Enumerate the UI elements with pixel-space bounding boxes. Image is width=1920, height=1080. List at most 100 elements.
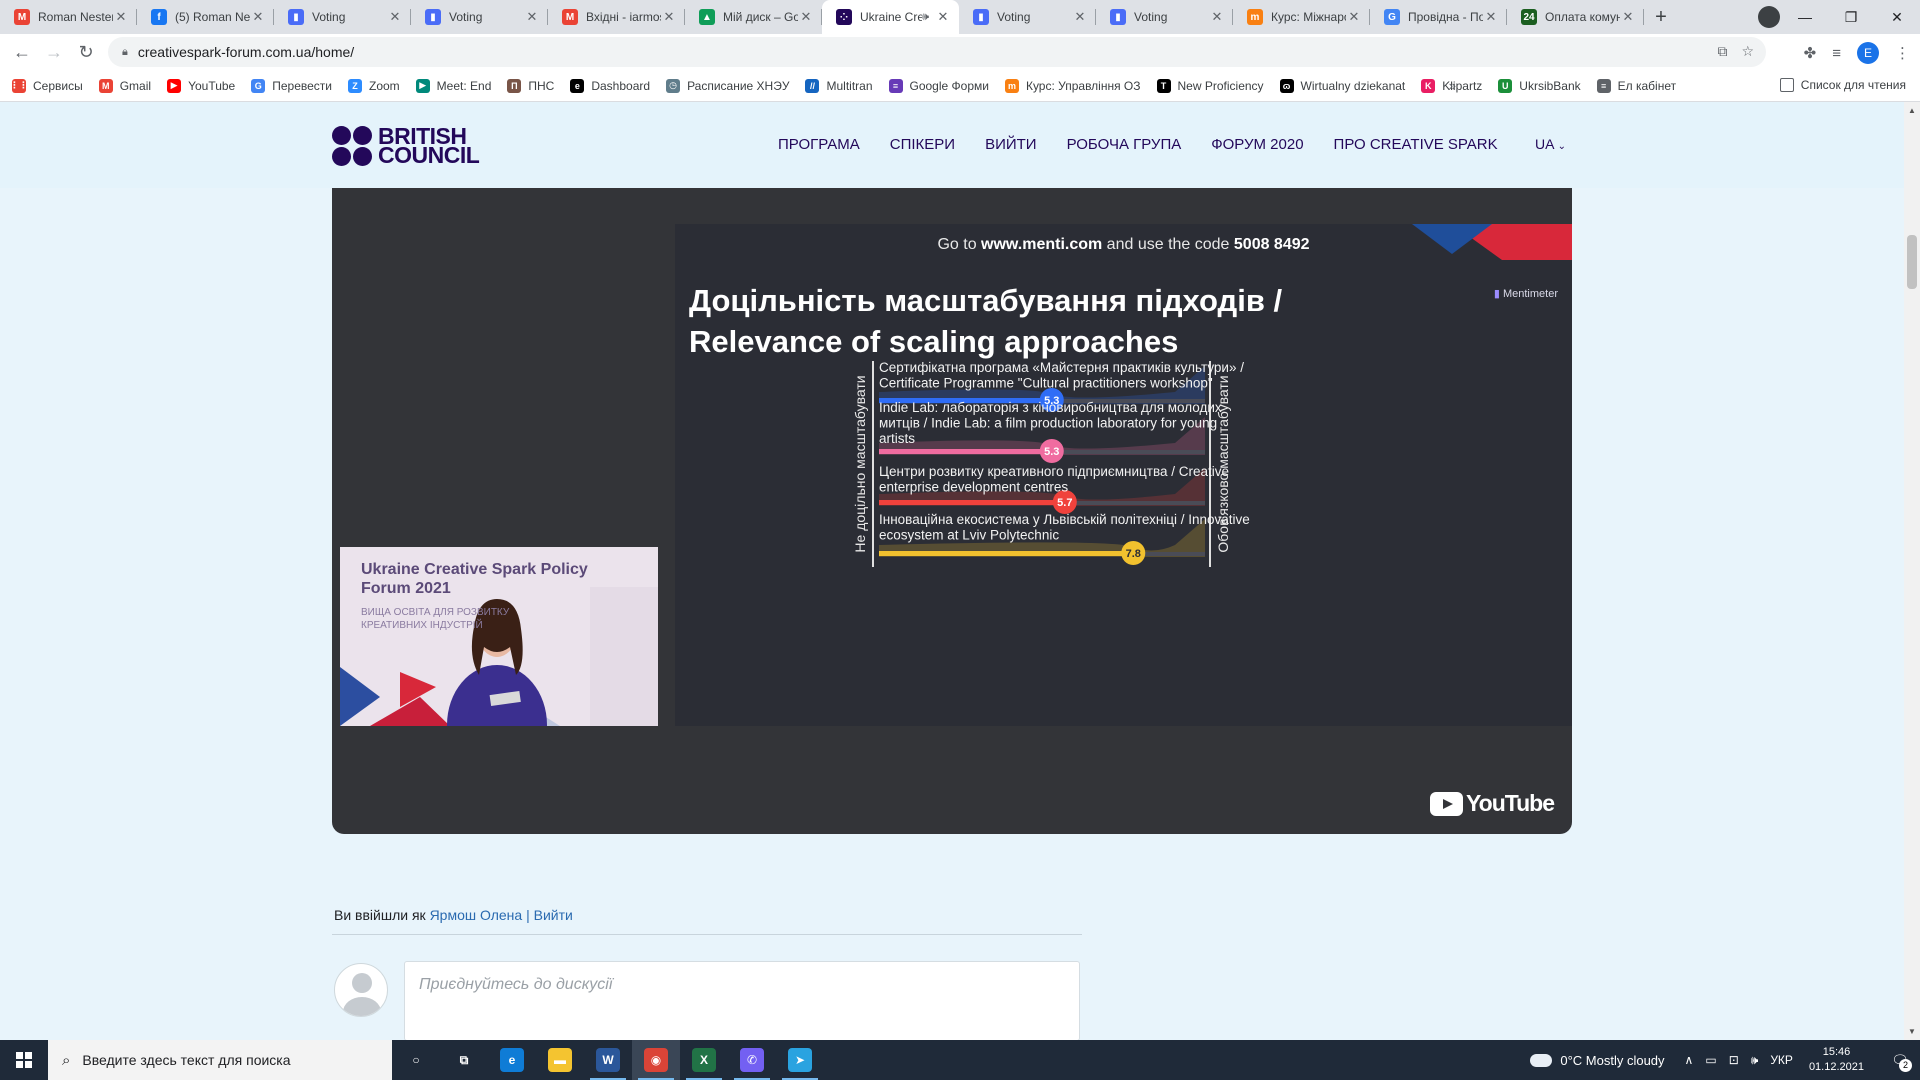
close-tab-icon[interactable]: ✕ (935, 9, 951, 25)
excel-icon[interactable]: X (680, 1040, 728, 1080)
media-control-icon[interactable]: ≡ (1832, 45, 1841, 62)
battery-icon[interactable]: ▭ (1705, 1053, 1716, 1067)
close-tab-icon[interactable]: ✕ (524, 9, 540, 25)
close-tab-icon[interactable]: ✕ (1620, 9, 1636, 25)
minimize-icon[interactable]: — (1782, 9, 1828, 25)
close-tab-icon[interactable]: ✕ (1483, 9, 1499, 25)
user-name-link[interactable]: Ярмош Олена (430, 907, 523, 923)
nav-about[interactable]: ПРО CREATIVE SPARK (1334, 136, 1498, 153)
tab-search-icon[interactable] (1758, 6, 1780, 28)
youtube-video-player[interactable]: Go to www.menti.com and use the code 500… (332, 188, 1572, 834)
bookmark-item[interactable]: П ПНС (507, 78, 554, 93)
new-tab-button[interactable]: + (1644, 0, 1678, 34)
lock-icon[interactable]: 🔒︎ (122, 46, 128, 59)
bookmark-item[interactable]: ▶ Meet: End (415, 78, 491, 93)
nav-working-group[interactable]: РОБОЧА ГРУПА (1067, 136, 1182, 153)
chrome-icon[interactable]: ◉ (632, 1040, 680, 1080)
bookmark-item[interactable]: ɷ Wirtualny dziekanat (1279, 78, 1405, 93)
bookmark-item[interactable]: G Перевести (251, 78, 332, 93)
youtube-logo[interactable]: YouTube (1430, 790, 1555, 817)
language-selector[interactable]: UA ⌄ (1535, 136, 1566, 152)
bookmark-item[interactable]: ◷ Расписание ХНЭУ (666, 78, 789, 93)
bookmark-item[interactable]: ⋮⋮ Сервисы (10, 78, 83, 93)
tab-title: (5) Roman Nesterenko (175, 10, 250, 24)
speaker-icon[interactable]: 🕪︎ (922, 11, 929, 24)
close-tab-icon[interactable]: ✕ (1346, 9, 1362, 25)
bookmark-item[interactable]: M Gmail (98, 78, 151, 93)
profile-avatar[interactable]: E (1857, 42, 1879, 64)
bookmark-item[interactable]: m Курс: Управління ОЗ (1004, 78, 1141, 93)
close-tab-icon[interactable]: ✕ (1209, 9, 1225, 25)
back-icon[interactable]: ← (6, 42, 38, 63)
close-window-icon[interactable]: ✕ (1874, 9, 1920, 26)
cortana-icon[interactable]: ○ (392, 1040, 440, 1080)
speaker-video-pip: Ukraine Creative Spark Policy Forum 2021… (340, 547, 658, 726)
task-view-icon[interactable]: ⧉ (440, 1040, 488, 1080)
notification-center-icon[interactable]: 🗨︎ 2 (1880, 1040, 1920, 1080)
weather-widget[interactable]: 0°C Mostly cloudy (1530, 1053, 1665, 1068)
start-button[interactable] (0, 1040, 48, 1080)
nav-forum-2020[interactable]: ФОРУМ 2020 (1211, 136, 1303, 153)
browser-tab[interactable]: m Курс: Міжнародні✕ (1233, 0, 1370, 34)
browser-tab[interactable]: ▮ Voting ✕ (1096, 0, 1233, 34)
viber-icon[interactable]: ✆ (728, 1040, 776, 1080)
forward-icon[interactable]: → (38, 42, 70, 63)
clock[interactable]: 15:46 01.12.2021 (1809, 1045, 1864, 1075)
taskbar-search[interactable]: ⌕ Введите здесь текст для поиска (48, 1040, 392, 1080)
scroll-down-icon[interactable]: ▼ (1908, 1027, 1916, 1036)
close-tab-icon[interactable]: ✕ (1072, 9, 1088, 25)
browser-tab[interactable]: ▮ Voting ✕ (274, 0, 411, 34)
scrollbar-thumb[interactable] (1907, 235, 1917, 289)
bar-category-label: Certificate Programme "Cultural practiti… (879, 376, 1213, 391)
bookmark-star-icon[interactable]: ☆ (1741, 43, 1754, 60)
file-explorer-icon[interactable]: ▬ (536, 1040, 584, 1080)
bookmark-item[interactable]: T New Proficiency (1156, 78, 1264, 93)
translate-icon[interactable]: ⧉ (1717, 43, 1727, 60)
browser-tab[interactable]: ▮ Voting ✕ (411, 0, 548, 34)
british-council-logo[interactable]: BRITISH COUNCIL (332, 125, 480, 167)
edge-icon[interactable]: e (488, 1040, 536, 1080)
close-tab-icon[interactable]: ✕ (113, 9, 129, 25)
nav-logout[interactable]: ВИЙТИ (985, 136, 1037, 153)
telegram-icon[interactable]: ➤ (776, 1040, 824, 1080)
close-tab-icon[interactable]: ✕ (798, 9, 814, 25)
browser-tab[interactable]: 24 Оплата комунальних✕ (1507, 0, 1644, 34)
nav-programme[interactable]: ПРОГРАМА (778, 136, 860, 153)
restore-icon[interactable]: ❐ (1828, 9, 1874, 26)
browser-menu-icon[interactable]: ⋮ (1895, 44, 1910, 62)
comments-logout-link[interactable]: Вийти (534, 907, 573, 923)
bookmark-item[interactable]: U UkrsibBank (1498, 78, 1581, 93)
more-bookmarks-icon[interactable]: » (1449, 78, 1456, 93)
bookmark-item[interactable]: Z Zoom (347, 78, 400, 93)
bookmark-item[interactable]: e Dashboard (570, 78, 650, 93)
browser-tab[interactable]: G Провідна - Пошта✕ (1370, 0, 1507, 34)
close-tab-icon[interactable]: ✕ (387, 9, 403, 25)
windows-logo-icon (16, 1052, 32, 1068)
address-bar[interactable]: 🔒︎ creativespark-forum.com.ua/home/ ⧉ ☆ (108, 37, 1766, 67)
comment-input[interactable]: Приєднуйтесь до дискусії (404, 961, 1080, 1041)
bookmark-item[interactable]: ≡ Google Форми (888, 78, 989, 93)
reading-list[interactable]: Список для чтения (1779, 78, 1906, 92)
scroll-up-icon[interactable]: ▲ (1908, 106, 1916, 115)
browser-tab[interactable]: ⁘ Ukraine Creative🕪︎ ✕ (822, 0, 959, 34)
network-icon[interactable]: ⊡ (1729, 1053, 1739, 1067)
bookmark-item[interactable]: ▶ YouTube (167, 78, 235, 93)
volume-icon[interactable]: 🕪︎ (1751, 1053, 1759, 1068)
browser-tab[interactable]: f (5) Roman Nesterenko✕ (137, 0, 274, 34)
extensions-icon[interactable]: ✤ (1804, 44, 1817, 62)
close-tab-icon[interactable]: ✕ (250, 9, 266, 25)
browser-tab[interactable]: ▲ Мій диск – Google✕ (685, 0, 822, 34)
input-language[interactable]: УКР (1770, 1053, 1793, 1067)
word-icon[interactable]: W (584, 1040, 632, 1080)
reload-icon[interactable]: ↻ (70, 42, 102, 63)
browser-tab[interactable]: M Вхідні - iarmosh✕ (548, 0, 685, 34)
browser-tab[interactable]: ▮ Voting ✕ (959, 0, 1096, 34)
close-tab-icon[interactable]: ✕ (661, 9, 677, 25)
tray-chevron-icon[interactable]: ∧ (1685, 1053, 1694, 1067)
page-scrollbar[interactable]: ▲ ▼ (1904, 102, 1920, 1040)
nav-speakers[interactable]: СПІКЕРИ (890, 136, 955, 153)
bookmark-item[interactable]: // Multitran (805, 78, 873, 93)
bookmark-item[interactable]: ≡ Ел кабінет (1596, 78, 1677, 93)
browser-tab[interactable]: M Roman Nesterenko✕ (0, 0, 137, 34)
bookmark-label: Ел кабінет (1617, 78, 1677, 93)
